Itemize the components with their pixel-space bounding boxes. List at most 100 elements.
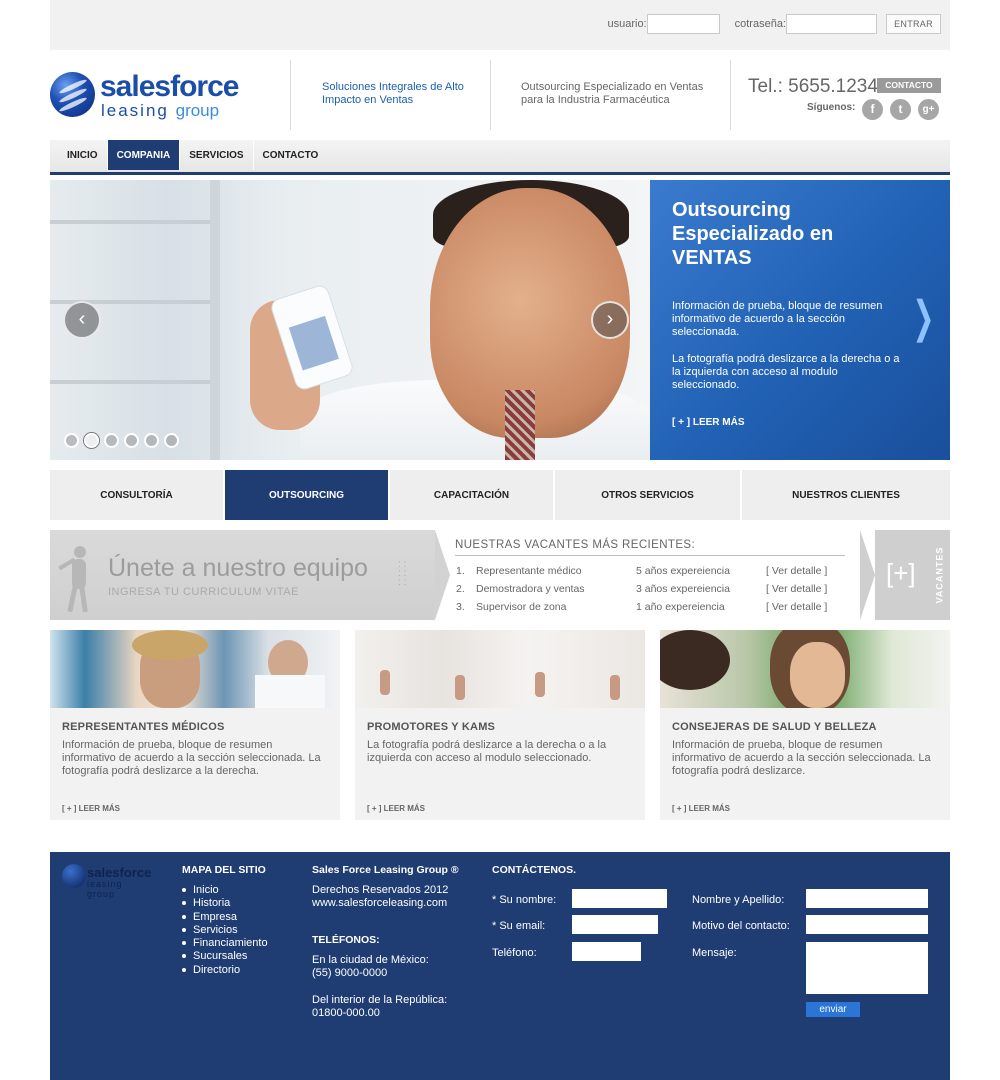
sitemap-link-historia[interactable]: Historia (182, 897, 268, 910)
globe-icon (50, 72, 95, 117)
follow-label: Síguenos: (807, 102, 856, 113)
person-silhouette-icon (58, 542, 98, 613)
vacancy-number: 1. (456, 565, 465, 577)
hero-slider: ‹ › Outsourcing Especializado en VENTAS … (50, 180, 950, 460)
sitemap-link-directorio[interactable]: Directorio (182, 964, 268, 977)
slider-dot[interactable] (124, 433, 139, 448)
hero-photo (50, 180, 650, 460)
main-nav: INICIO COMPANIA SERVICIOS CONTACTO (50, 140, 950, 175)
tab-capacitacion[interactable]: CAPACITACIÓN (390, 470, 555, 520)
contact-button[interactable]: CONTACTO (877, 78, 941, 93)
card-representantes: REPRESENTANTES MÉDICOS Información de pr… (50, 630, 340, 820)
phones-title: TELÉFONOS: (312, 934, 380, 946)
card-promotores: PROMOTORES Y KAMS La fotografía podrá de… (355, 630, 645, 820)
fullname-input[interactable] (806, 889, 928, 908)
card-image (50, 630, 340, 708)
login-button[interactable]: ENTRAR (886, 14, 941, 34)
logo-wordmark: salesforce (100, 70, 239, 103)
logo-subtitle: leasing group (101, 101, 220, 120)
slider-pagination (64, 433, 179, 448)
copyright-text: Derechos Reservados 2012 (312, 884, 449, 896)
slider-dot[interactable] (64, 433, 79, 448)
google-plus-icon[interactable]: g+ (918, 99, 939, 120)
login-form: usuario: cotraseña: ENTRAR (607, 14, 941, 34)
vacancy-detail-link[interactable]: [ Ver detalle ] (766, 583, 827, 595)
facebook-icon[interactable]: f (862, 99, 883, 120)
slider-prev-button[interactable]: ‹ (63, 301, 101, 339)
tab-otros-servicios[interactable]: OTROS SERVICIOS (555, 470, 742, 520)
hero-text-2: La fotografía podrá deslizarce a la dere… (672, 353, 900, 391)
header-divider (730, 60, 731, 130)
vacancy-number: 3. (456, 601, 465, 613)
hero-info-panel: Outsourcing Especializado en VENTAS Info… (650, 180, 950, 460)
sitemap-link-sucursales[interactable]: Sucursales (182, 950, 268, 963)
reason-input[interactable] (806, 915, 928, 934)
reason-label: Motivo del contacto: (692, 920, 790, 932)
nav-item-servicios[interactable]: SERVICIOS (180, 140, 254, 170)
phone-number: Tel.: 5655.1234 (748, 76, 878, 97)
sitemap-link-financiamiento[interactable]: Financiamiento (182, 937, 268, 950)
tab-consultoria[interactable]: CONSULTORÍA (50, 470, 225, 520)
site-logo[interactable]: salesforce leasing group (50, 70, 250, 120)
nav-item-contacto[interactable]: CONTACTO (254, 140, 328, 170)
vacancy-position: Demostradora y ventas (476, 583, 585, 595)
phone-label: Teléfono: (492, 947, 537, 959)
vacancies-more-button[interactable]: [+] VACANTES (860, 530, 950, 620)
phone-input[interactable] (572, 942, 641, 961)
plus-icon: [+] (886, 558, 916, 588)
dots-icon: : :: :: : (398, 559, 407, 588)
company-name: Sales Force Leasing Group ® (312, 864, 459, 876)
vacancy-position: Representante médico (476, 565, 582, 577)
email-input[interactable] (572, 915, 658, 934)
slider-dot[interactable] (144, 433, 159, 448)
hero-read-more-link[interactable]: [ + ] LEER MÁS (672, 417, 745, 428)
website-link[interactable]: www.salesforceleasing.com (312, 897, 447, 910)
fullname-label: Nombre y Apellido: (692, 894, 785, 906)
interior-phone: 01800-000.00 (312, 1007, 380, 1019)
card-read-more-link[interactable]: [ + ] LEER MÁS (672, 804, 730, 813)
tagline-primary: Soluciones Integrales de Alto Impacto en… (322, 81, 464, 106)
nav-item-inicio[interactable]: INICIO (58, 140, 108, 170)
sitemap-link-empresa[interactable]: Empresa (182, 911, 268, 924)
globe-icon (62, 864, 86, 888)
message-label: Mensaje: (692, 947, 737, 959)
vacancies-title: NUESTRAS VACANTES MÁS RECIENTES: (455, 539, 845, 556)
nav-item-compania[interactable]: COMPANIA (107, 140, 181, 170)
tab-nuestros-clientes[interactable]: NUESTROS CLIENTES (742, 470, 950, 520)
slider-next-button[interactable]: › (591, 301, 629, 339)
message-textarea[interactable] (806, 942, 928, 994)
header-divider (490, 60, 491, 130)
name-input[interactable] (572, 889, 667, 908)
slider-dot[interactable] (104, 433, 119, 448)
slider-dot[interactable] (164, 433, 179, 448)
sitemap-link-inicio[interactable]: Inicio (182, 884, 268, 897)
vacancy-experience: 5 años expereiencia (636, 565, 730, 577)
vacancy-detail-link[interactable]: [ Ver detalle ] (766, 565, 827, 577)
slider-dot-active[interactable] (84, 433, 99, 448)
sitemap-link-servicios[interactable]: Servicios (182, 924, 268, 937)
chevron-right-icon[interactable]: ❯ (913, 292, 935, 343)
city-phone-label: En la ciudad de México: (312, 954, 429, 966)
hero-text-1: Información de prueba, bloque de resumen… (672, 300, 883, 338)
vacancies-list: NUESTRAS VACANTES MÁS RECIENTES: 1. Repr… (455, 530, 845, 620)
arrow-shape (435, 530, 450, 620)
name-label: * Su nombre: (492, 894, 557, 906)
card-read-more-link[interactable]: [ + ] LEER MÁS (367, 804, 425, 813)
site-header: salesforce leasing group Soluciones Inte… (50, 60, 950, 130)
twitter-icon[interactable]: t (890, 99, 911, 120)
footer-logo[interactable]: salesforce leasing group (62, 864, 152, 899)
username-label: usuario: (607, 18, 647, 30)
join-team-panel[interactable]: Únete a nuestro equipo INGRESA TU CURRIC… (50, 530, 435, 620)
vacancy-detail-link[interactable]: [ Ver detalle ] (766, 601, 827, 613)
send-button[interactable]: enviar (806, 1002, 860, 1017)
card-read-more-link[interactable]: [ + ] LEER MÁS (62, 804, 120, 813)
password-input[interactable] (786, 14, 877, 34)
username-input[interactable] (646, 14, 720, 34)
tagline-secondary: Outsourcing Especializado en Ventas para… (521, 81, 704, 106)
vacancy-experience: 1 año expereiencia (636, 601, 725, 613)
login-bar: usuario: cotraseña: ENTRAR (50, 0, 950, 50)
tab-outsourcing[interactable]: OUTSOURCING (225, 470, 390, 520)
card-text: Información de prueba, bloque de resumen… (672, 739, 931, 777)
sitemap-title: MAPA DEL SITIO (182, 864, 266, 876)
sitemap-list: Inicio Historia Empresa Servicios Financ… (182, 884, 268, 977)
